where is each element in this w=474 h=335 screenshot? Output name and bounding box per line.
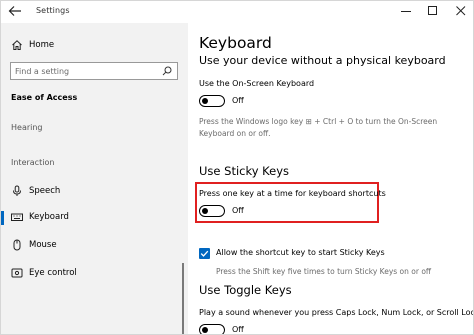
maximize-button[interactable] xyxy=(422,3,444,19)
sidebar: Home Ease of Access Hearing Interaction … xyxy=(1,23,188,334)
onscreen-keyboard-toggle[interactable] xyxy=(199,95,225,107)
sidebar-scrollbar[interactable] xyxy=(182,263,184,334)
sidebar-item-keyboard[interactable]: Keyboard xyxy=(1,209,188,227)
main-content: Keyboard Use your device without a physi… xyxy=(188,23,474,334)
toggle-knob xyxy=(202,326,208,333)
sticky-keys-shortcut-checkbox[interactable] xyxy=(199,248,210,259)
toggle-knob xyxy=(202,97,208,104)
onscreen-keyboard-label: Use the On-Screen Keyboard xyxy=(199,79,315,88)
sidebar-section-heading: Ease of Access xyxy=(11,93,78,102)
sticky-keys-label: Press one key at a time for keyboard sho… xyxy=(199,189,386,198)
eye-icon xyxy=(11,267,23,279)
close-icon xyxy=(456,6,466,16)
toggle-keys-state: Off xyxy=(232,325,244,334)
home-icon xyxy=(11,39,23,51)
toggle-keys-toggle[interactable] xyxy=(199,324,225,334)
sidebar-item-label: Mouse xyxy=(29,240,57,250)
close-button[interactable] xyxy=(450,3,472,19)
search-field[interactable] xyxy=(10,62,178,80)
onscreen-keyboard-description-cont: Keyboard on or off. xyxy=(199,129,271,138)
toggle-keys-label: Play a sound whenever you press Caps Loc… xyxy=(199,308,474,317)
sticky-keys-heading: Use Sticky Keys xyxy=(199,164,290,178)
onscreen-keyboard-state: Off xyxy=(232,96,244,105)
sticky-keys-shortcut-label: Allow the shortcut key to start Sticky K… xyxy=(216,248,385,257)
section-heading-no-keyboard: Use your device without a physical keybo… xyxy=(199,54,446,67)
sidebar-item-mouse[interactable]: Mouse xyxy=(1,237,188,255)
sidebar-item-label: Keyboard xyxy=(29,212,69,222)
maximize-icon xyxy=(428,6,437,15)
sidebar-item-home[interactable]: Home xyxy=(1,37,188,55)
window-title: Settings xyxy=(36,6,70,15)
back-button[interactable] xyxy=(7,4,23,18)
sidebar-item-label: Eye control xyxy=(29,268,77,278)
sidebar-item-label: Home xyxy=(29,40,55,50)
sticky-keys-state: Off xyxy=(232,206,244,215)
keyboard-icon xyxy=(11,211,23,223)
toggle-keys-heading: Use Toggle Keys xyxy=(199,283,292,297)
group-label-interaction: Interaction xyxy=(11,158,55,167)
sticky-keys-toggle[interactable] xyxy=(199,205,225,217)
minimize-button[interactable] xyxy=(395,3,417,19)
microphone-icon xyxy=(11,185,23,197)
checkmark-icon xyxy=(200,250,209,257)
settings-window: Settings Home Find a setting Ease of Acc… xyxy=(0,0,474,335)
sticky-keys-description: Press the Shift key five times to turn S… xyxy=(216,267,432,276)
group-label-hearing: Hearing xyxy=(11,123,43,132)
title-bar: Settings xyxy=(1,1,473,23)
sidebar-item-speech[interactable]: Speech xyxy=(1,183,188,201)
page-title: Keyboard xyxy=(199,34,272,52)
mouse-icon xyxy=(11,239,23,251)
back-arrow-icon xyxy=(8,6,21,16)
onscreen-keyboard-description: Press the Windows logo key ⊞ + Ctrl + O … xyxy=(199,117,438,126)
toggle-knob xyxy=(202,207,208,214)
minimize-icon xyxy=(401,11,411,12)
sidebar-item-label: Speech xyxy=(29,186,61,196)
search-icon xyxy=(162,66,172,76)
sidebar-item-eye-control[interactable]: Eye control xyxy=(1,265,188,283)
search-input[interactable] xyxy=(15,65,155,77)
